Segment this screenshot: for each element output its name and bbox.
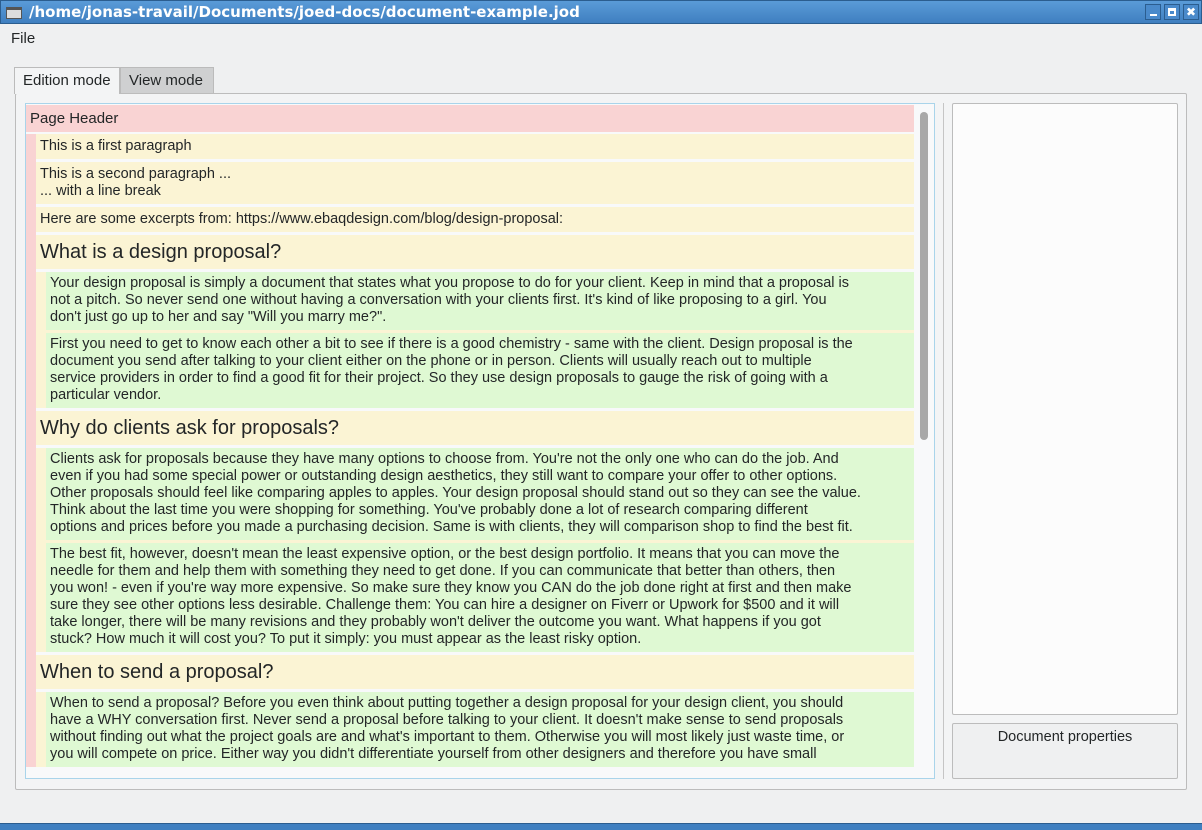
close-button[interactable]: ✖ bbox=[1183, 4, 1199, 20]
text-line: The best fit, however, doesn't mean the … bbox=[50, 546, 840, 562]
splitter-handle[interactable] bbox=[943, 103, 944, 779]
section-heading[interactable]: Why do clients ask for proposals? bbox=[36, 411, 914, 445]
document-editor[interactable]: Page Header This is a first paragraph Th… bbox=[25, 103, 935, 779]
text-line: Clients ask for proposals because they h… bbox=[50, 451, 839, 467]
vertical-scrollbar[interactable] bbox=[920, 112, 928, 440]
text-line: sure they see other options less desirab… bbox=[50, 597, 840, 613]
paragraph-block[interactable]: First you need to get to know each other… bbox=[46, 333, 914, 408]
text-line: have a WHY conversation first. Never sen… bbox=[50, 712, 844, 728]
taskbar-edge bbox=[0, 823, 1202, 830]
menu-bar: File bbox=[0, 24, 1202, 52]
text-line: Your design proposal is simply a documen… bbox=[50, 275, 850, 291]
text-line: particular vendor. bbox=[50, 387, 162, 403]
text-line: not a pitch. So never send one without h… bbox=[50, 292, 827, 308]
section-heading[interactable]: What is a design proposal? bbox=[36, 235, 914, 269]
section-body: Clients ask for proposals because they h… bbox=[36, 448, 914, 652]
menu-file[interactable]: File bbox=[11, 30, 35, 47]
section-body: Your design proposal is simply a documen… bbox=[36, 272, 914, 408]
paragraph-block[interactable]: Your design proposal is simply a documen… bbox=[46, 272, 914, 330]
section-heading[interactable]: When to send a proposal? bbox=[36, 655, 914, 689]
title-bar: /home/jonas-travail/Documents/joed-docs/… bbox=[0, 0, 1202, 24]
paragraph-block[interactable]: This is a second paragraph ...... with a… bbox=[36, 162, 914, 204]
paragraph-block[interactable]: Here are some excerpts from: https://www… bbox=[36, 207, 914, 232]
text-line: document you send after talking to your … bbox=[50, 353, 812, 369]
text-line: When to send a proposal? Before you even… bbox=[50, 695, 844, 711]
tab-edition-mode[interactable]: Edition mode bbox=[14, 67, 120, 94]
maximize-button[interactable] bbox=[1164, 4, 1180, 20]
window-icon bbox=[6, 7, 22, 19]
text-line: Other proposals should feel like compari… bbox=[50, 485, 861, 501]
text-line: options and prices before you made a pur… bbox=[50, 519, 853, 535]
text-line: don't just go up to her and say "Will yo… bbox=[50, 309, 387, 325]
window-title: /home/jonas-travail/Documents/joed-docs/… bbox=[29, 3, 580, 21]
text-line: take longer, there will be many revision… bbox=[50, 614, 821, 630]
paragraph-block[interactable]: Clients ask for proposals because they h… bbox=[46, 448, 914, 540]
text-line: ... with a line break bbox=[40, 183, 161, 199]
document-properties-button[interactable]: Document properties bbox=[952, 723, 1178, 779]
section-body: When to send a proposal? Before you even… bbox=[36, 692, 914, 767]
text-line: Here are some excerpts from: https://www… bbox=[40, 211, 564, 227]
text-line: stuck? How much it will cost you? To put… bbox=[50, 631, 642, 647]
paragraph-block[interactable]: This is a first paragraph bbox=[36, 134, 914, 159]
text-line: This is a first paragraph bbox=[40, 138, 192, 154]
text-line: First you need to get to know each other… bbox=[50, 336, 853, 352]
text-line: without finding out what the project goa… bbox=[50, 729, 845, 745]
text-line: even if you had some special power or ou… bbox=[50, 468, 838, 484]
paragraph-block[interactable]: The best fit, however, doesn't mean the … bbox=[46, 543, 914, 652]
text-line: you won! - even if you're way more expen… bbox=[50, 580, 852, 596]
text-line: This is a second paragraph ... bbox=[40, 166, 232, 182]
text-line: needle for them and help them with somet… bbox=[50, 563, 836, 579]
tab-view-mode[interactable]: View mode bbox=[120, 67, 214, 94]
text-line: Think about the last time you were shopp… bbox=[50, 502, 808, 518]
page-header-block[interactable]: Page Header bbox=[26, 105, 914, 132]
paragraph-block[interactable]: When to send a proposal? Before you even… bbox=[46, 692, 914, 767]
text-line: service providers in order to find a goo… bbox=[50, 370, 828, 386]
minimize-button[interactable] bbox=[1145, 4, 1161, 20]
text-line: you will compete on price. Either way yo… bbox=[50, 746, 817, 762]
properties-pane bbox=[952, 103, 1178, 715]
